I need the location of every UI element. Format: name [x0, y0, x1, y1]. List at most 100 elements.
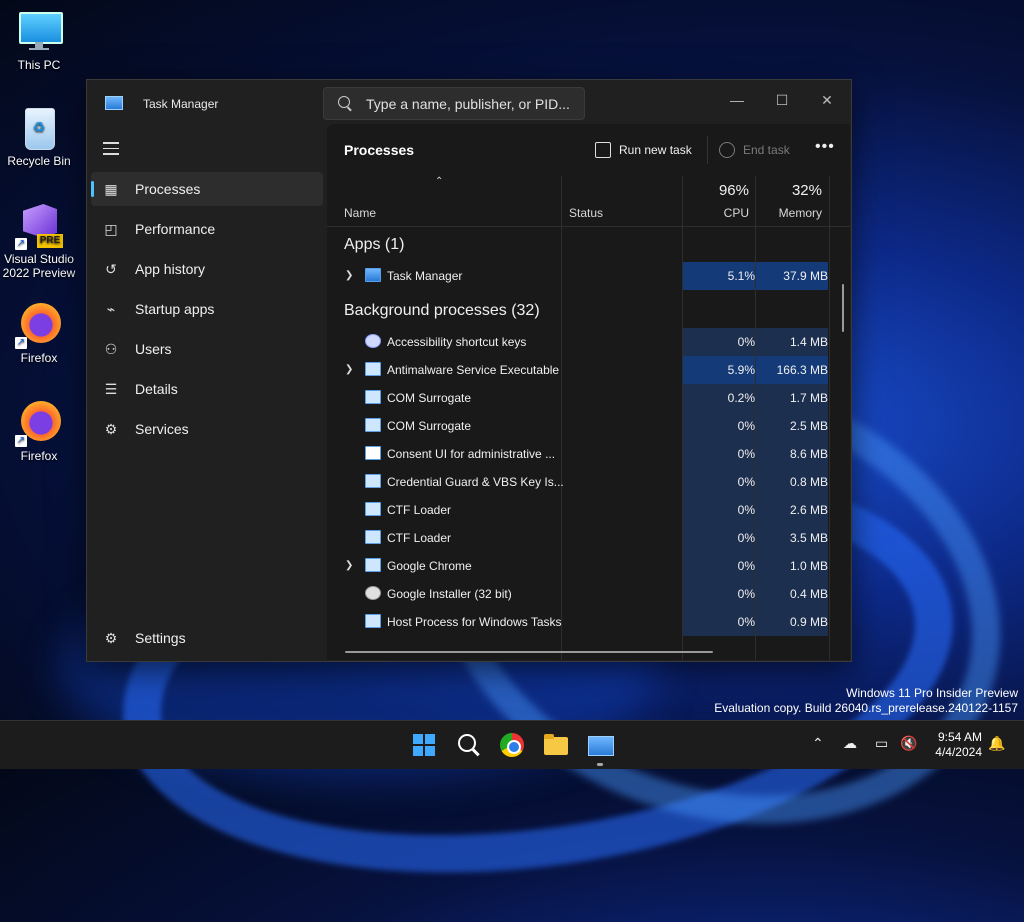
- process-cpu: 0%: [683, 524, 755, 552]
- sidebar-item-label: Processes: [135, 181, 201, 197]
- desktop-icon-this-pc[interactable]: This PC: [0, 10, 78, 72]
- column-header-memory[interactable]: Memory: [756, 206, 822, 220]
- window-title: Task Manager: [143, 97, 219, 111]
- desktop-icon-firefox[interactable]: ↗ Firefox: [0, 303, 78, 365]
- sidebar-item-settings[interactable]: ⚙ Settings: [91, 621, 323, 655]
- table-row[interactable]: ❯ Antimalware Service Executable 5.9% 16…: [327, 356, 832, 384]
- desktop-icon-firefox[interactable]: ↗ Firefox: [0, 401, 78, 463]
- title-bar[interactable]: Task Manager — ☐ ✕: [87, 80, 851, 124]
- process-name: CTF Loader: [387, 503, 452, 517]
- desktop-icon-label: This PC: [17, 58, 61, 72]
- table-row[interactable]: COM Surrogate 0% 2.5 MB: [327, 412, 832, 440]
- end-task-button[interactable]: End task: [719, 138, 790, 162]
- table-row[interactable]: Accessibility shortcut keys 0% 1.4 MB: [327, 328, 832, 356]
- process-memory: 8.6 MB: [756, 440, 828, 468]
- chrome-icon[interactable]: [496, 729, 528, 761]
- processes-icon: ▦: [104, 181, 118, 197]
- cloud-off-icon[interactable]: ☁: [843, 735, 857, 783]
- maximize-button[interactable]: ☐: [762, 86, 802, 114]
- table-row[interactable]: CTF Loader 0% 3.5 MB: [327, 524, 832, 552]
- sidebar-item-startup-apps[interactable]: ⌁ Startup apps: [91, 292, 323, 326]
- start-icon[interactable]: [408, 729, 440, 761]
- process-memory: 0.9 MB: [756, 608, 828, 636]
- task-manager-window: Task Manager — ☐ ✕ ▦ Processes ◰ Perform…: [86, 79, 852, 662]
- notification-bell-icon[interactable]: 🔔: [988, 735, 1005, 783]
- table-row[interactable]: ❯ Google Chrome 0% 1.0 MB: [327, 552, 832, 580]
- table-row[interactable]: Host Process for Windows Tasks 0% 0.9 MB: [327, 608, 832, 636]
- startup-apps-icon: ⌁: [106, 301, 116, 317]
- sidebar-item-users[interactable]: ⚇ Users: [91, 332, 323, 366]
- table-row[interactable]: Consent UI for administrative ... 0% 8.6…: [327, 440, 832, 468]
- process-name: CTF Loader: [387, 531, 452, 545]
- more-options-button[interactable]: •••: [815, 138, 835, 156]
- expand-chevron-icon[interactable]: ❯: [345, 270, 353, 281]
- shortcut-arrow-icon: ↗: [15, 435, 27, 447]
- table-row[interactable]: CTF Loader 0% 2.6 MB: [327, 496, 832, 524]
- search-box[interactable]: [323, 87, 585, 120]
- minimize-button[interactable]: —: [717, 86, 757, 114]
- network-icon[interactable]: ▭: [875, 735, 888, 783]
- pre-badge: PRE: [37, 234, 63, 248]
- watermark-line: Evaluation copy. Build 26040.rs_prerelea…: [714, 701, 1018, 715]
- process-cpu: 0%: [683, 328, 755, 356]
- table-row[interactable]: COM Surrogate 0.2% 1.7 MB: [327, 384, 832, 412]
- table-row[interactable]: Google Installer (32 bit) 0% 0.4 MB: [327, 580, 832, 608]
- expand-chevron-icon[interactable]: ❯: [345, 560, 353, 571]
- desktop-icon-visual-studio[interactable]: PRE ↗ Visual Studio 2022 Preview: [0, 204, 78, 280]
- chevron-up-icon[interactable]: ⌃: [812, 735, 824, 783]
- sidebar-item-app-history[interactable]: ↺ App history: [91, 252, 323, 286]
- clock[interactable]: 9:54 AM 4/4/2024: [926, 730, 982, 760]
- horizontal-scrollbar[interactable]: [345, 651, 713, 653]
- run-new-task-button[interactable]: Run new task: [595, 138, 692, 162]
- process-name: Host Process for Windows Tasks: [387, 615, 562, 629]
- group-header-apps: Apps (1): [344, 236, 405, 253]
- process-cpu: 0%: [683, 496, 755, 524]
- process-icon: [365, 474, 381, 488]
- process-name: Antimalware Service Executable: [387, 363, 560, 377]
- sidebar-item-details[interactable]: ☰ Details: [91, 372, 323, 406]
- sidebar-item-performance[interactable]: ◰ Performance: [91, 212, 323, 246]
- shortcut-arrow-icon: ↗: [15, 337, 27, 349]
- process-icon: [365, 558, 381, 572]
- column-header-cpu[interactable]: CPU: [683, 206, 749, 220]
- process-cpu: 0%: [683, 412, 755, 440]
- task-manager-icon[interactable]: [584, 729, 616, 766]
- app-history-icon: ↺: [105, 261, 117, 277]
- table-row[interactable]: Credential Guard & VBS Key Is... 0% 0.8 …: [327, 468, 832, 496]
- desktop-icon-label: Firefox: [20, 449, 58, 463]
- column-header-name[interactable]: Name: [344, 206, 376, 220]
- desktop-icon-recycle-bin[interactable]: ♻ Recycle Bin: [0, 106, 78, 168]
- sidebar-item-services[interactable]: ⚙ Services: [91, 412, 323, 446]
- process-name: Accessibility shortcut keys: [387, 335, 527, 349]
- expand-chevron-icon[interactable]: ❯: [345, 364, 353, 375]
- hamburger-menu-icon[interactable]: [103, 142, 119, 155]
- sidebar-item-processes[interactable]: ▦ Processes: [91, 172, 323, 206]
- close-button[interactable]: ✕: [807, 86, 847, 114]
- search-icon[interactable]: [452, 729, 484, 761]
- table-row[interactable]: ❯ Task Manager 5.1% 37.9 MB: [327, 262, 832, 290]
- run-new-task-icon: [595, 141, 611, 158]
- gear-icon: ⚙: [104, 630, 118, 646]
- vertical-scrollbar[interactable]: [842, 284, 844, 332]
- process-name: Task Manager: [387, 269, 463, 283]
- process-cpu: 5.9%: [683, 356, 755, 384]
- clock-time: 9:54 AM: [937, 730, 982, 744]
- table-header: ⌃ Name Status 96% CPU 32% Memory: [327, 176, 850, 227]
- process-cpu: 0%: [683, 440, 755, 468]
- run-new-task-label: Run new task: [619, 143, 692, 157]
- process-memory: 1.4 MB: [756, 328, 828, 356]
- process-memory: 166.3 MB: [756, 356, 828, 384]
- process-memory: 2.5 MB: [756, 412, 828, 440]
- process-icon: [365, 418, 381, 432]
- process-name: Credential Guard & VBS Key Is...: [387, 475, 564, 489]
- column-header-status[interactable]: Status: [569, 206, 603, 220]
- file-explorer-icon[interactable]: [540, 729, 572, 761]
- evaluation-watermark: Windows 11 Pro Insider Preview Evaluatio…: [714, 686, 1018, 716]
- recycle-bin-icon: ♻: [17, 106, 61, 150]
- taskbar: ⌃ ☁ ▭ 🔇 9:54 AM 4/4/2024 🔔: [0, 720, 1024, 769]
- task-manager-icon: [105, 96, 123, 110]
- watermark-line: Windows 11 Pro Insider Preview: [846, 686, 1018, 700]
- process-memory: 0.8 MB: [756, 468, 828, 496]
- volume-muted-icon[interactable]: 🔇: [900, 735, 917, 783]
- search-input[interactable]: [364, 94, 578, 114]
